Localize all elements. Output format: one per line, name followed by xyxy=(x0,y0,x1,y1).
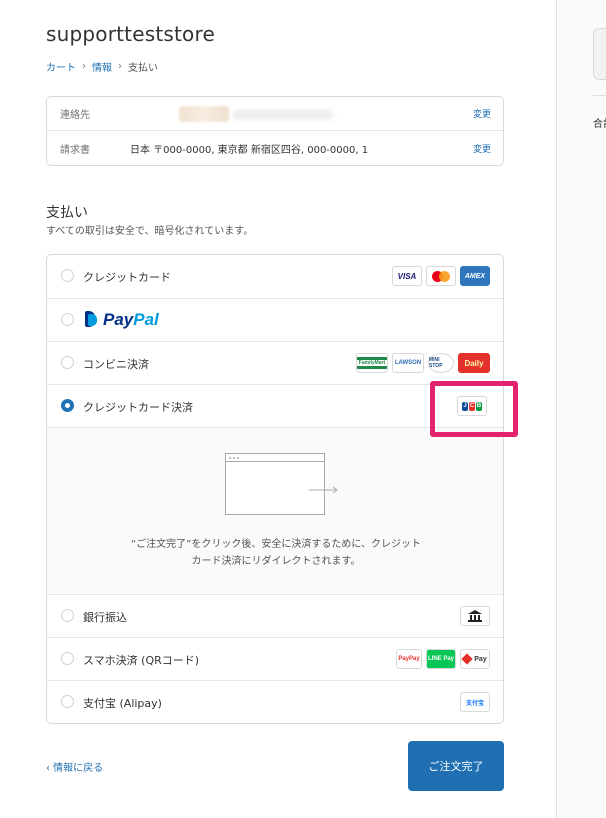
radio-button-selected[interactable] xyxy=(61,399,74,412)
ministop-icon: MINI STOP xyxy=(428,353,454,373)
payment-methods: クレジットカード VISA AMEX PayPal コンビニ決済 FamilyM… xyxy=(46,254,504,724)
breadcrumb-payment: 支払い xyxy=(128,63,158,74)
payment-option-label: 銀行振込 xyxy=(83,611,127,624)
payment-option-label: 支付宝 (Alipay) xyxy=(83,697,162,710)
paypal-icon xyxy=(83,311,97,329)
familymart-icon: FamilyMart xyxy=(356,353,388,373)
payment-subtitle: すべての取引は安全で、暗号化されています。 xyxy=(46,226,254,237)
paypay-icon: PayPay xyxy=(396,649,422,669)
jcb-highlight-annotation xyxy=(430,381,518,437)
chevron-right-icon: › xyxy=(82,61,86,72)
amex-icon: AMEX xyxy=(460,266,490,286)
payment-option-label: クレジットカード xyxy=(83,271,171,284)
billing-row: 請求書 日本 〒000-0000, 東京都 新宿区四谷, 000-0000, 1… xyxy=(47,131,503,165)
payment-option-label: コンビニ決済 xyxy=(83,358,149,371)
payment-option-mobile-qr[interactable]: スマホ決済 (QRコード) PayPay LINE Pay Pay xyxy=(47,638,503,681)
payment-option-label: スマホ決済 (QRコード) xyxy=(83,654,200,667)
paypal-logo: PayPal xyxy=(83,310,159,330)
redirect-message: “ご注文完了”をクリック後、安全に決済するために、クレジット カード決済にリダイ… xyxy=(130,539,422,567)
payment-option-bank-transfer[interactable]: 銀行振込 xyxy=(47,595,503,638)
mastercard-icon xyxy=(426,266,456,286)
daily-icon: Daily xyxy=(458,353,490,373)
radio-button[interactable] xyxy=(61,652,74,665)
radio-button[interactable] xyxy=(61,609,74,622)
payment-option-credit-card[interactable]: クレジットカード VISA AMEX xyxy=(47,255,503,299)
payment-option-convenience-store[interactable]: コンビニ決済 FamilyMart LAWSON MINI STOP Daily xyxy=(47,342,503,385)
contact-label: 連絡先 xyxy=(60,110,90,121)
radio-button[interactable] xyxy=(61,695,74,708)
bank-icon xyxy=(460,606,490,626)
arrow-right-icon xyxy=(309,486,338,494)
payment-option-paypal[interactable]: PayPal xyxy=(47,299,503,342)
billing-change-link[interactable]: 変更 xyxy=(473,142,491,155)
back-to-info-link[interactable]: ‹ 情報に戻る xyxy=(46,759,103,774)
total-label: 合計 xyxy=(593,119,606,130)
contact-row: 連絡先 変更 xyxy=(47,97,503,131)
payment-title: 支払い xyxy=(46,205,88,221)
alipay-icon: 支付宝 xyxy=(460,692,490,712)
radio-button[interactable] xyxy=(61,269,74,282)
order-summary-sidebar: 合計 xyxy=(556,0,606,818)
redirect-info-panel: “ご注文完了”をクリック後、安全に決済するために、クレジット カード決済にリダイ… xyxy=(47,428,503,595)
visa-icon: VISA xyxy=(392,266,422,286)
contact-value-redacted xyxy=(179,106,339,122)
radio-button[interactable] xyxy=(61,356,74,369)
store-name[interactable]: supporttest​store xyxy=(46,22,215,46)
divider xyxy=(593,95,606,96)
billing-value: 日本 〒000-0000, 東京都 新宿区四谷, 000-0000, 1 xyxy=(130,144,369,156)
browser-window-icon xyxy=(225,453,325,515)
contact-change-link[interactable]: 変更 xyxy=(473,107,491,120)
payment-option-label: クレジットカード決済 xyxy=(83,401,193,414)
breadcrumb: カート › 情報 › 支払い xyxy=(46,59,158,74)
product-thumbnail xyxy=(593,28,606,80)
lawson-icon: LAWSON xyxy=(392,353,424,373)
payment-option-alipay[interactable]: 支付宝 (Alipay) 支付宝 xyxy=(47,681,503,723)
radio-button[interactable] xyxy=(61,313,74,326)
linepay-icon: LINE Pay xyxy=(426,649,456,669)
breadcrumb-cart[interactable]: カート xyxy=(46,59,76,74)
billing-label: 請求書 xyxy=(60,144,90,156)
merpay-icon: Pay xyxy=(460,649,490,669)
order-summary-box: 連絡先 変更 請求書 日本 〒000-0000, 東京都 新宿区四谷, 000-… xyxy=(46,96,504,166)
complete-order-button[interactable]: ご注文完了 xyxy=(408,741,504,791)
chevron-right-icon: › xyxy=(118,61,122,72)
breadcrumb-info[interactable]: 情報 xyxy=(92,59,112,74)
